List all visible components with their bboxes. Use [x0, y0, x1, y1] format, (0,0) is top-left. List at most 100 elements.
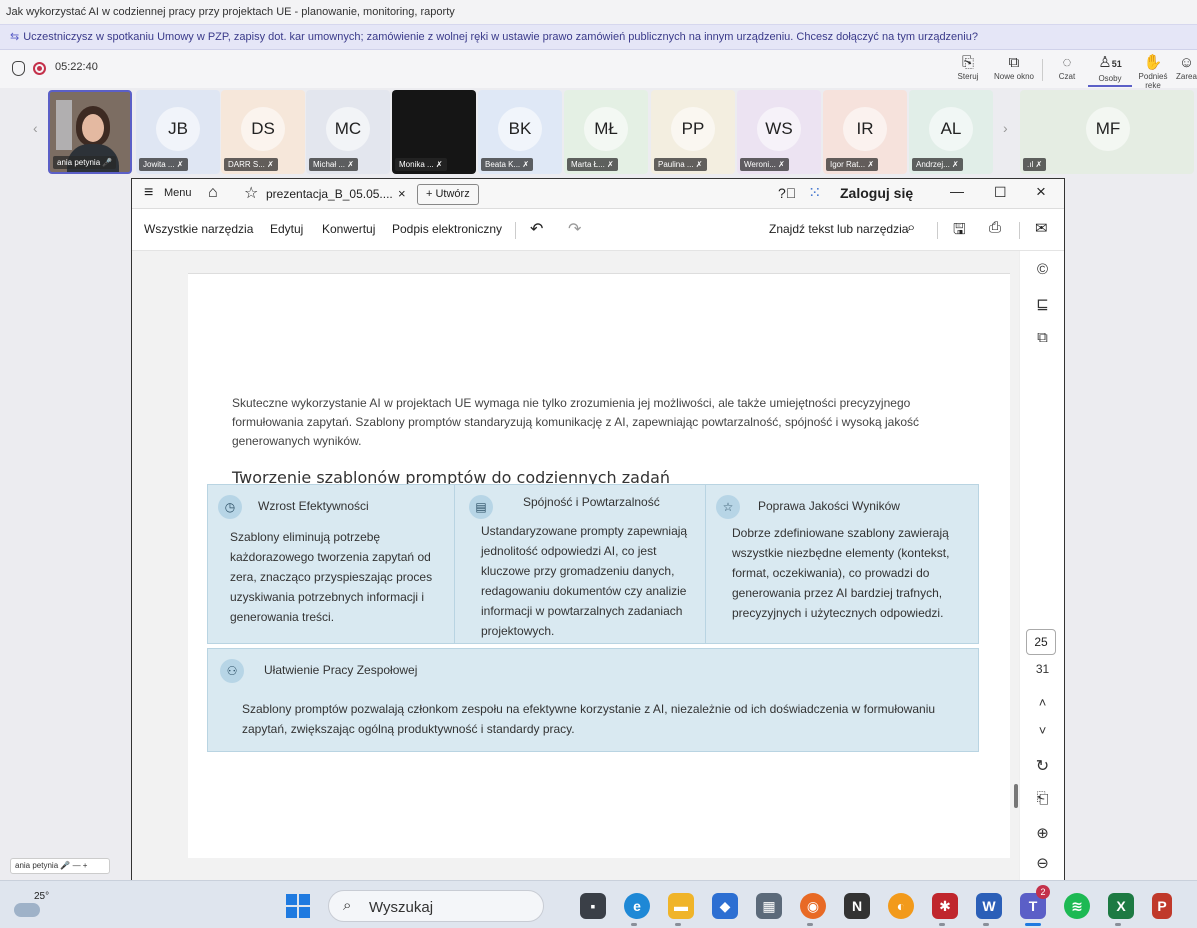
- store-icon[interactable]: ◆: [712, 893, 738, 919]
- start-icon[interactable]: [286, 894, 310, 918]
- close-window-icon[interactable]: ×: [1036, 182, 1046, 202]
- document-tab[interactable]: prezentacja_B_05.05....: [266, 187, 393, 201]
- current-page-field[interactable]: 25: [1026, 629, 1056, 655]
- spotify-icon[interactable]: ≋: [1064, 893, 1090, 919]
- convert-button[interactable]: Konwertuj: [322, 222, 375, 236]
- chat-button[interactable]: ◌ Czat: [1045, 53, 1089, 87]
- page-settings-icon[interactable]: ⎗: [1020, 790, 1065, 807]
- strip-prev-arrow[interactable]: ‹: [33, 120, 38, 136]
- home-icon[interactable]: ⌂: [208, 184, 218, 202]
- refresh-icon[interactable]: ↻: [1020, 756, 1065, 776]
- participant-tile[interactable]: PP Paulina ... ✗: [651, 90, 735, 174]
- participant-tile[interactable]: Monika ... ✗: [392, 90, 476, 174]
- notion-icon[interactable]: N: [844, 893, 870, 919]
- create-tab-button[interactable]: + Utwórz: [417, 184, 479, 205]
- viewer-toolbar: Wszystkie narzędzia Edytuj Konwertuj Pod…: [132, 209, 1064, 251]
- self-video-tile[interactable]: ania petynia 🎤: [48, 90, 132, 174]
- page-down-icon[interactable]: ˅: [1020, 723, 1065, 738]
- raise-hand-button[interactable]: ✋ Podnieś rękę: [1130, 53, 1176, 90]
- strip-next-arrow[interactable]: ›: [1003, 120, 1008, 136]
- weather-temp[interactable]: 25°: [34, 891, 49, 902]
- participant-initials: IR: [823, 107, 907, 151]
- firefox-icon[interactable]: ◉: [800, 893, 826, 919]
- redo-icon[interactable]: ↷: [568, 219, 581, 239]
- scrollbar-thumb[interactable]: [1014, 784, 1018, 808]
- edge-icon[interactable]: e: [624, 893, 650, 919]
- participant-tile[interactable]: MF .ıl ✗: [1020, 90, 1194, 174]
- participant-tile[interactable]: AL Andrzej... ✗: [909, 90, 993, 174]
- vpn-icon[interactable]: ◐: [888, 893, 914, 919]
- card-text: Dobrze zdefiniowane szablony zawierają w…: [732, 526, 950, 620]
- copy-pages-icon[interactable]: ⧉: [1020, 329, 1065, 346]
- apps-grid-icon[interactable]: ⁙: [808, 183, 821, 203]
- maximize-icon[interactable]: ☐: [994, 184, 1007, 201]
- ai-assistant-icon[interactable]: ©: [1020, 261, 1065, 278]
- participant-name-label: DARR S... ✗: [224, 158, 278, 171]
- control-button[interactable]: ⎘ Steruj: [946, 53, 990, 87]
- participant-tile[interactable]: MŁ Marta Ł... ✗: [564, 90, 648, 174]
- taskbar-search[interactable]: ⌕ Wyszukaj: [328, 890, 544, 922]
- search-icon[interactable]: ⌕: [907, 219, 915, 236]
- participant-name-label: Andrzej... ✗: [912, 158, 963, 171]
- page-up-icon[interactable]: ˄: [1020, 695, 1065, 710]
- participant-tile[interactable]: JB Jowita ... ✗: [136, 90, 220, 174]
- zoom-out-icon[interactable]: ⊖: [1020, 854, 1065, 872]
- menu-button[interactable]: Menu: [164, 187, 192, 199]
- task-view-icon[interactable]: ▪: [580, 893, 606, 919]
- react-icon: ☺: [1178, 54, 1195, 71]
- mail-icon[interactable]: ✉: [1035, 219, 1048, 237]
- close-tab-icon[interactable]: ×: [398, 186, 406, 201]
- calculator-icon[interactable]: ▦: [756, 893, 782, 919]
- device-transfer-notice[interactable]: ⇆ Uczestniczysz w spotkaniu Umowy w PZP, …: [0, 24, 1197, 50]
- participant-name-label: Beata K... ✗: [481, 158, 534, 171]
- running-indicator: [807, 923, 813, 926]
- zoom-in-icon[interactable]: ⊕: [1020, 824, 1065, 842]
- e-signature-button[interactable]: Podpis elektroniczny: [392, 222, 502, 236]
- find-tools-button[interactable]: Znajdź tekst lub narzędzia: [769, 222, 908, 236]
- minimize-icon[interactable]: —: [950, 183, 964, 199]
- new-window-button[interactable]: ⧉ Nowe okno: [992, 53, 1036, 87]
- excel-icon[interactable]: X: [1108, 893, 1134, 919]
- team-icon: ⚇: [220, 659, 244, 683]
- print-icon[interactable]: ⎙: [989, 219, 1001, 236]
- participant-tile[interactable]: IR Igor Rat... ✗: [823, 90, 907, 174]
- muted-mic-icon: ✗: [264, 160, 274, 169]
- save-icon[interactable]: 🖫: [953, 219, 966, 244]
- weather-icon: [14, 903, 40, 917]
- file-explorer-icon[interactable]: ▬: [668, 893, 694, 919]
- toolbar-divider: [1019, 222, 1020, 239]
- participant-tile[interactable]: MC Michał ... ✗: [306, 90, 390, 174]
- participant-tile[interactable]: BK Beata K... ✗: [478, 90, 562, 174]
- all-tools-button[interactable]: Wszystkie narzędzia: [144, 222, 253, 236]
- participant-name-label: Paulina ... ✗: [654, 158, 707, 171]
- word-icon[interactable]: W: [976, 893, 1002, 919]
- hamburger-icon[interactable]: ≡: [144, 184, 153, 202]
- self-mini-panel[interactable]: ania petynia 🎤 — +: [10, 858, 110, 874]
- react-button[interactable]: ☺Zareaguj: [1176, 53, 1197, 87]
- window-title: Jak wykorzystać AI w codziennej pracy pr…: [0, 0, 1197, 24]
- teams-notification-badge: 2: [1036, 885, 1050, 899]
- help-icon[interactable]: ?⃝: [778, 185, 796, 201]
- star-bookmark-icon[interactable]: ☆: [244, 183, 258, 203]
- muted-mic-icon: ✗: [693, 160, 703, 169]
- login-button[interactable]: Zaloguj się: [840, 185, 913, 201]
- self-name-label: ania petynia 🎤: [53, 156, 117, 169]
- people-button[interactable]: ♙51 Osoby: [1088, 53, 1132, 87]
- active-indicator: [1025, 923, 1041, 926]
- bookmark-list-icon[interactable]: ⊑: [1020, 295, 1065, 313]
- participant-tile[interactable]: WS Weroni... ✗: [737, 90, 821, 174]
- undo-icon[interactable]: ↶: [530, 219, 543, 239]
- card-title: Wzrost Efektywności: [258, 499, 369, 513]
- card-title: Poprawa Jakości Wyników: [758, 499, 900, 513]
- viewer-right-sidebar: © ⊑ ⧉ 25 31 ˄ ˅ ↻ ⎗ ⊕ ⊖: [1019, 251, 1064, 880]
- card-text: Szablony promptów pozwalają członkom zes…: [242, 702, 936, 736]
- participant-initials: MŁ: [564, 107, 648, 151]
- participant-tile[interactable]: DS DARR S... ✗: [221, 90, 305, 174]
- pdf-reader-icon[interactable]: ✱: [932, 893, 958, 919]
- toolbar-divider: [515, 222, 516, 239]
- edit-button[interactable]: Edytuj: [270, 222, 303, 236]
- star-icon: ☆: [716, 495, 740, 519]
- running-indicator: [1115, 923, 1121, 926]
- powerpoint-icon[interactable]: P: [1152, 893, 1172, 919]
- search-placeholder: Wyszukaj: [369, 899, 434, 916]
